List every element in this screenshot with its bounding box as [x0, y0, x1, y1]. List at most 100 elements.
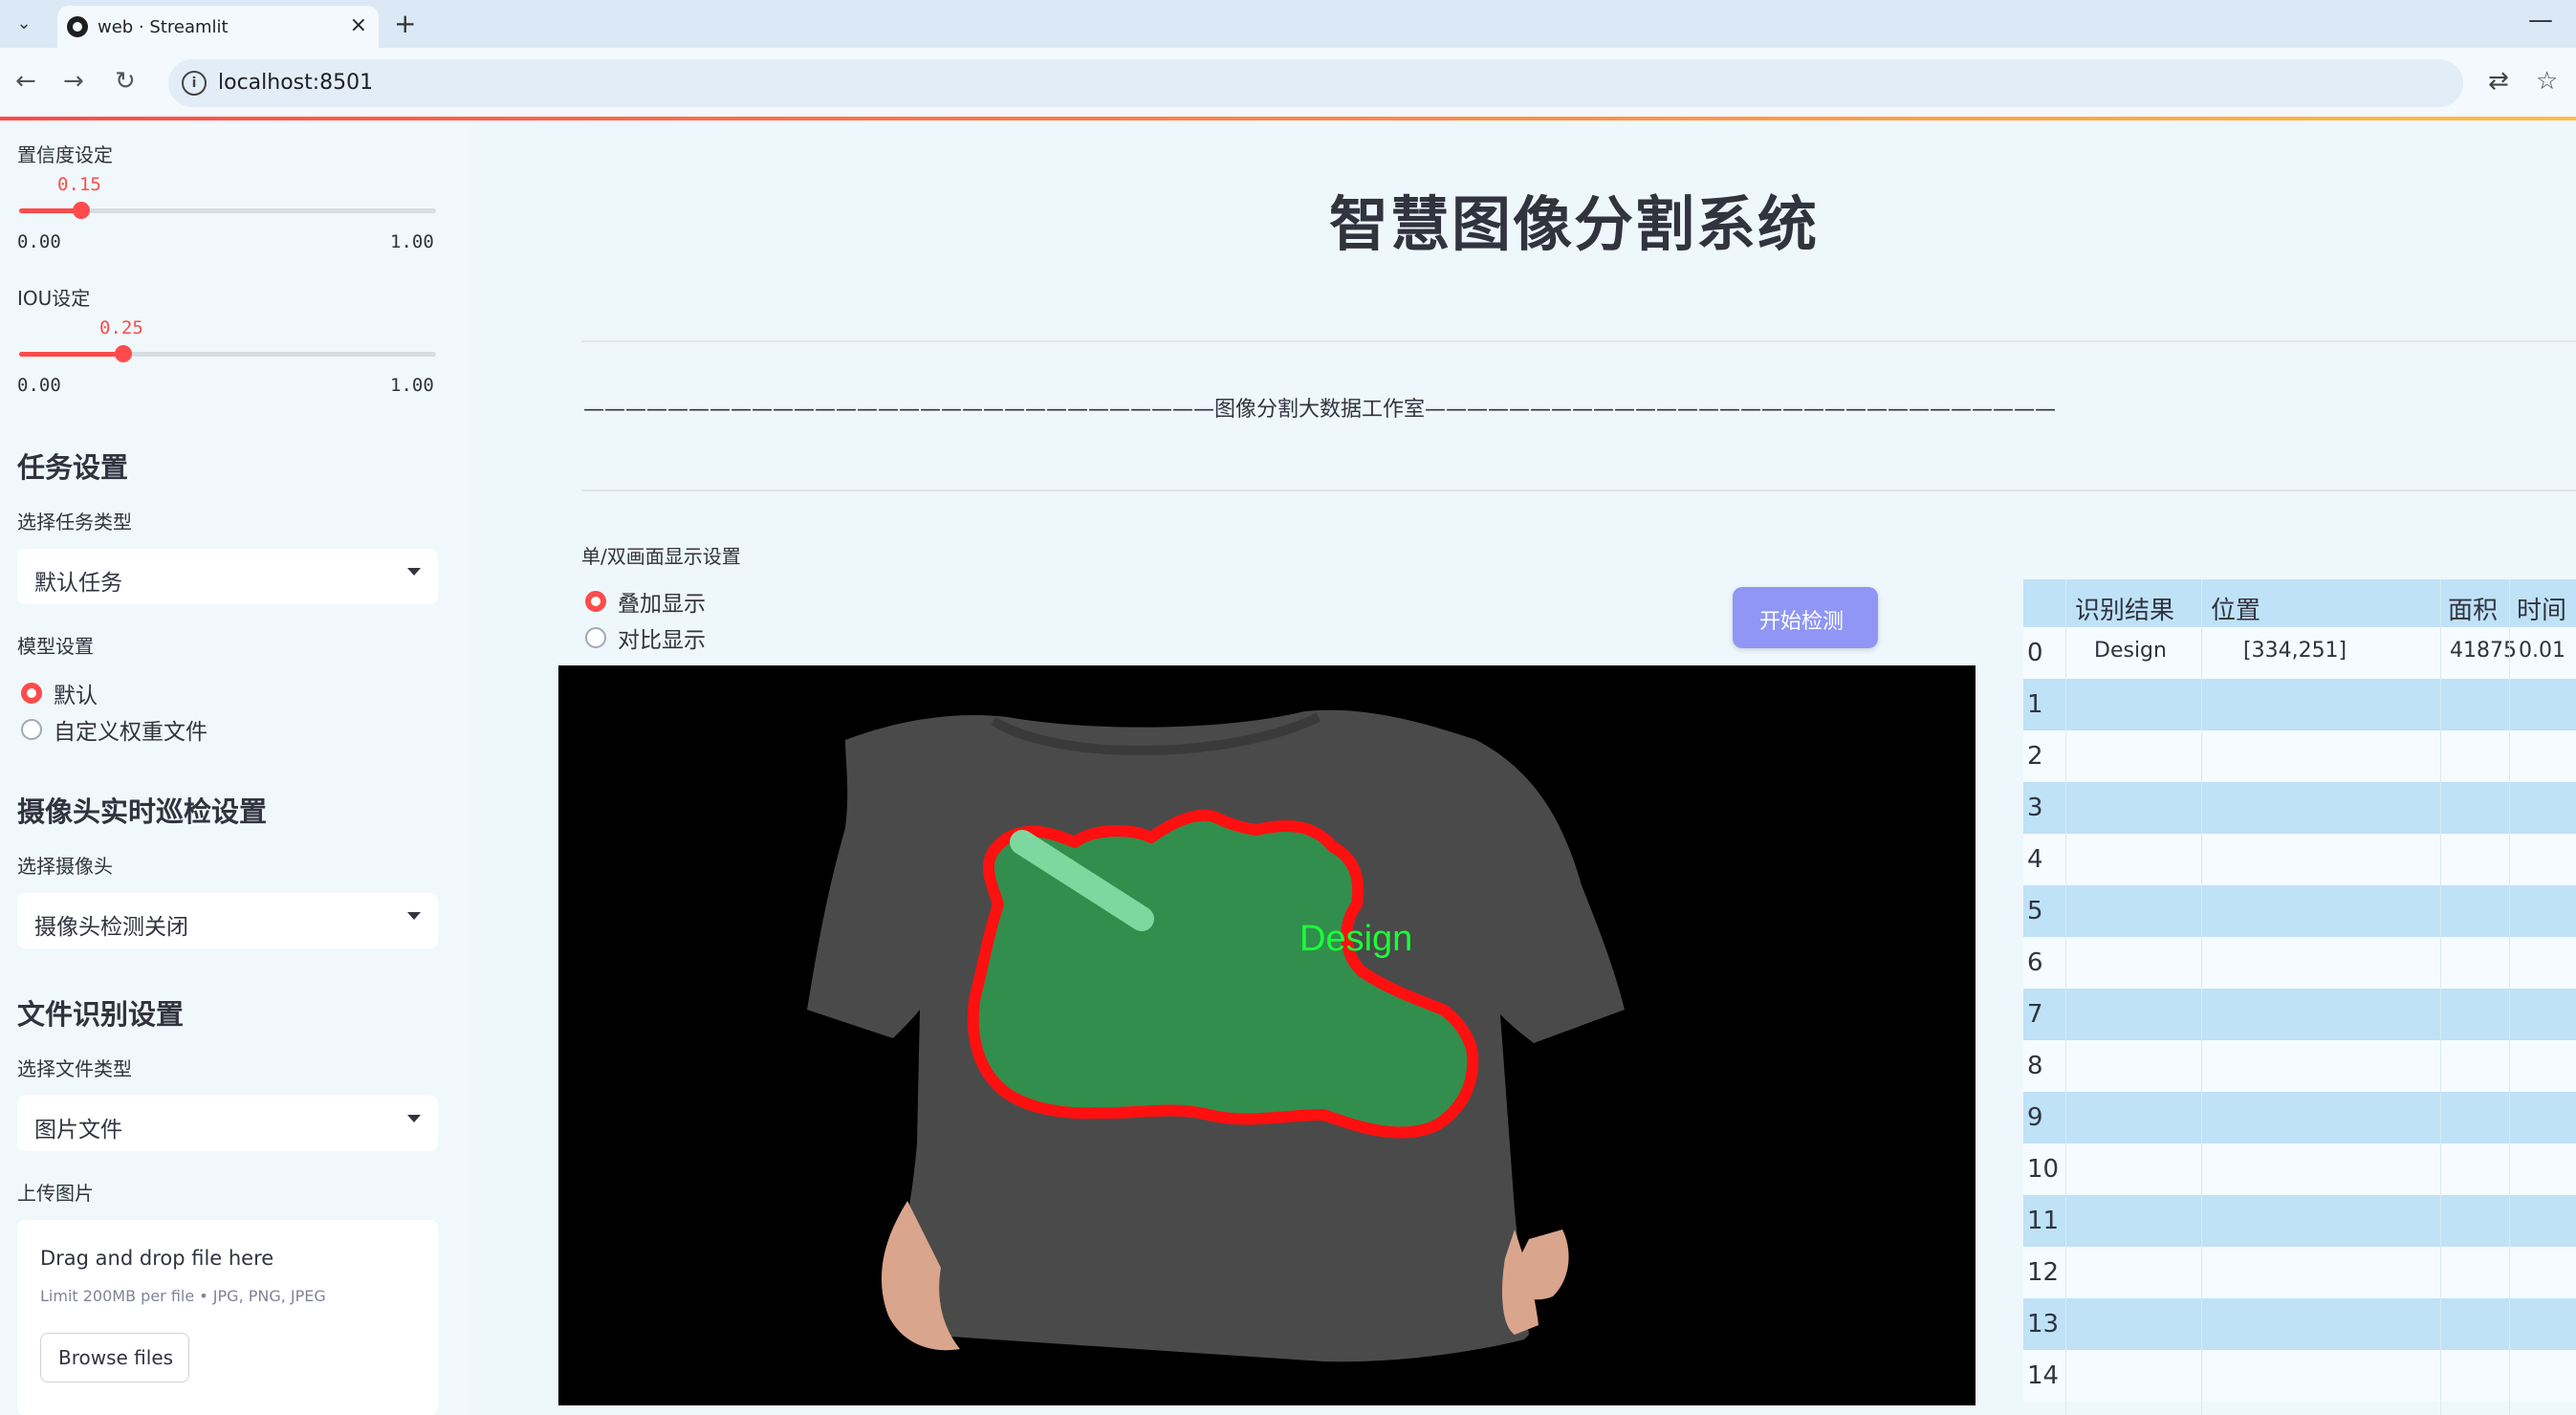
model-settings-label: 模型设置	[17, 635, 94, 658]
iou-slider[interactable]	[19, 345, 436, 362]
tab-list-dropdown-icon[interactable]: ⌄	[10, 10, 38, 38]
row-index: 1	[2027, 690, 2043, 719]
row-index: 5	[2027, 897, 2043, 925]
row-index: 9	[2027, 1103, 2043, 1132]
confidence-slider[interactable]	[19, 202, 436, 219]
browser-tabbar: ⌄ web · Streamlit × + —	[0, 0, 2576, 48]
iou-slider-thumb[interactable]	[115, 345, 132, 362]
dropzone-title: Drag and drop file here	[40, 1247, 274, 1270]
cell-result: Design	[2094, 639, 2167, 663]
start-detection-label: 开始检测	[1759, 610, 1845, 634]
table-row[interactable]: 11	[2023, 1195, 2576, 1247]
model-radio-default[interactable]	[21, 683, 42, 704]
camera-label: 选择摄像头	[17, 855, 113, 878]
task-settings-heading: 任务设置	[17, 451, 129, 484]
table-row[interactable]: 8	[2023, 1040, 2576, 1092]
confidence-slider-thumb[interactable]	[73, 202, 91, 219]
iou-min: 0.00	[17, 375, 61, 396]
display-option-overlay[interactable]: 叠加显示	[618, 585, 706, 618]
address-bar[interactable]: i localhost:8501	[168, 59, 2463, 107]
browse-files-button[interactable]: Browse files	[40, 1333, 189, 1382]
iou-value: 0.25	[99, 317, 143, 338]
row-index: 2	[2027, 742, 2043, 771]
browser-tab[interactable]: web · Streamlit ×	[57, 6, 379, 48]
task-type-value: 默认任务	[34, 571, 122, 596]
forward-icon[interactable]: →	[63, 67, 84, 96]
chevron-down-icon	[407, 1115, 421, 1122]
display-radio-overlay[interactable]	[585, 591, 606, 612]
iou-label: IOU设定	[17, 287, 91, 310]
table-row[interactable]: 13	[2023, 1298, 2576, 1350]
column-divider	[2201, 579, 2202, 1415]
results-table[interactable]: 识别结果 位置 面积 时间 0 Design [334,251] 41875 0.01 1…	[2023, 579, 2576, 1415]
table-row[interactable]: 2	[2023, 730, 2576, 782]
row-index: 3	[2027, 794, 2043, 822]
header-time: 时间	[2517, 597, 2567, 625]
display-radio-compare[interactable]	[585, 627, 606, 648]
task-type-select[interactable]: 默认任务	[17, 549, 438, 604]
file-dropzone[interactable]: Drag and drop file here Limit 200MB per …	[17, 1220, 438, 1415]
cell-position: [334,251]	[2243, 639, 2347, 663]
iou-slider-fill	[19, 352, 123, 357]
table-row[interactable]: 7	[2023, 989, 2576, 1040]
chevron-down-icon	[407, 568, 421, 576]
confidence-label: 置信度设定	[17, 143, 113, 166]
column-divider	[2440, 579, 2441, 1415]
browser-toolbar: ← → ↻ i localhost:8501 ⇄ ☆	[0, 48, 2576, 117]
table-row[interactable]: 5	[2023, 885, 2576, 937]
table-row[interactable]: 12	[2023, 1247, 2576, 1298]
reload-icon[interactable]: ↻	[115, 67, 136, 96]
file-type-label: 选择文件类型	[17, 1057, 132, 1080]
row-index: 4	[2027, 845, 2043, 874]
table-row[interactable]: 9	[2023, 1092, 2576, 1143]
table-row[interactable]: 3	[2023, 782, 2576, 834]
table-row[interactable]: 10	[2023, 1143, 2576, 1195]
divider-bottom	[581, 490, 2576, 491]
table-row[interactable]: 4	[2023, 834, 2576, 885]
confidence-max: 1.00	[390, 231, 434, 252]
back-icon[interactable]: ←	[15, 67, 36, 96]
tab-title: web · Streamlit	[98, 17, 229, 37]
dropzone-limit: Limit 200MB per file • JPG, PNG, JPEG	[40, 1287, 326, 1305]
segmentation-result-image: Design	[558, 665, 1976, 1405]
column-divider	[2509, 579, 2510, 1415]
chevron-down-icon	[407, 912, 421, 920]
browse-files-label: Browse files	[58, 1346, 174, 1369]
table-row[interactable]: 1	[2023, 679, 2576, 730]
minimize-window-icon[interactable]: —	[2528, 6, 2553, 34]
table-row[interactable]: 14	[2023, 1350, 2576, 1402]
site-info-icon[interactable]: i	[182, 71, 207, 96]
url-text[interactable]: localhost:8501	[218, 71, 373, 95]
file-type-select[interactable]: 图片文件	[17, 1096, 438, 1151]
file-type-value: 图片文件	[34, 1118, 122, 1143]
header-result: 识别结果	[2075, 597, 2175, 625]
camera-value: 摄像头检测关闭	[34, 915, 188, 940]
table-row[interactable]: 0 Design [334,251] 41875 0.01	[2023, 627, 2576, 679]
display-mode-label: 单/双画面显示设置	[581, 545, 741, 568]
table-row[interactable]: 6	[2023, 937, 2576, 989]
camera-select[interactable]: 摄像头检测关闭	[17, 893, 438, 948]
file-settings-heading: 文件识别设置	[17, 998, 185, 1031]
model-radio-custom[interactable]	[21, 719, 42, 740]
confidence-min: 0.00	[17, 231, 61, 252]
row-index: 12	[2027, 1258, 2060, 1287]
page-title: 智慧图像分割系统	[1329, 189, 1820, 259]
header-position: 位置	[2211, 597, 2261, 625]
header-area: 面积	[2448, 597, 2499, 625]
bookmark-star-icon[interactable]: ☆	[2536, 67, 2558, 96]
row-index: 14	[2027, 1361, 2060, 1390]
new-tab-icon[interactable]: +	[394, 8, 416, 39]
display-option-compare[interactable]: 对比显示	[618, 621, 706, 654]
model-option-default[interactable]: 默认	[54, 677, 98, 709]
tshirt-segmentation-illustration: Design	[807, 709, 1625, 1362]
start-detection-button[interactable]: 开始检测	[1733, 587, 1878, 648]
row-index: 7	[2027, 1000, 2043, 1029]
column-divider	[2065, 579, 2066, 1415]
model-option-custom[interactable]: 自定义权重文件	[54, 713, 207, 746]
row-index: 10	[2027, 1155, 2060, 1184]
row-index: 13	[2027, 1310, 2060, 1339]
translate-icon[interactable]: ⇄	[2488, 67, 2509, 96]
row-index: 0	[2027, 639, 2043, 667]
close-tab-icon[interactable]: ×	[350, 13, 367, 37]
row-index: 6	[2027, 948, 2043, 977]
